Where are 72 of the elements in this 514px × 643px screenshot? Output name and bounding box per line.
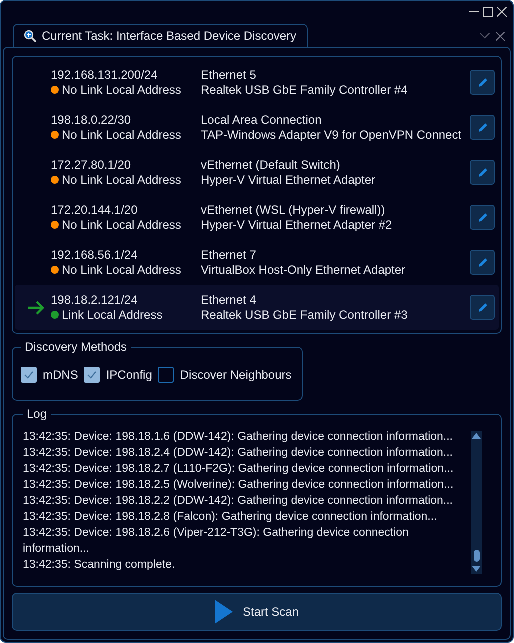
log-line: 13:42:35: Device: 198.18.2.7 (L110-F2G): Gathering device connection information... [23,462,455,477]
pencil-icon [476,212,488,224]
interface-row[interactable]: 172.20.144.1/20 No Link Local Address vEthernet (WSL (Hyper-V firewall)) Hyper-V Virtual Ethernet Adapter #2 [15,195,499,240]
edit-button[interactable] [470,115,495,140]
interface-name: Ethernet 4 [201,293,258,307]
interface-name: vEthernet (Default Switch) [201,158,342,172]
search-icon [24,30,37,42]
log-line: 13:42:35: Device: 198.18.2.8 (Falcon): Gathering device connection information... [23,510,438,525]
interface-row[interactable]: 172.27.80.1/20 No Link Local Address vEthernet (Default Switch) Hyper-V Virtual Ethernet Adapter [15,150,499,195]
group-title: Discovery Methods [24,340,128,354]
play-icon [214,600,233,624]
edit-button[interactable] [470,70,495,95]
ip-address: 172.20.144.1/20 [51,203,139,217]
status-text: No Link Local Address [62,128,182,142]
method-checkbox[interactable]: Discover Neighbours [158,367,292,383]
method-checkbox[interactable]: mDNS [21,367,78,383]
log-line: 13:42:35: Device: 198.18.2.6 (Viper-212-T3G): Gathering device connection information... [23,526,410,557]
edit-button[interactable] [470,205,495,230]
checkbox[interactable] [84,367,100,383]
status-text: No Link Local Address [62,218,182,232]
checkmark-icon [24,371,34,379]
log-line: 13:42:35: Device: 198.18.2.4 (DDW-142): Gathering device connection information... [23,446,454,461]
checkbox[interactable] [21,367,37,383]
interface-name: Local Area Connection [201,113,323,127]
pencil-icon [476,166,488,178]
interface-row[interactable]: 198.18.0.22/30 No Link Local Address Local Area Connection TAP-Windows Adapter V9 for OpenVPN Connect [15,105,499,150]
ip-address: 198.18.0.22/30 [51,113,132,127]
chevron-down-icon[interactable] [480,33,490,39]
checkmark-icon [87,371,98,379]
start-scan-button[interactable]: Start Scan [12,593,502,631]
status-text: No Link Local Address [62,83,182,97]
adapter-name: Hyper-V Virtual Ethernet Adapter #2 [201,218,394,232]
ip-address: 172.27.80.1/20 [51,158,132,172]
pencil-icon [476,302,488,314]
adapter-name: VirtualBox Host-Only Ethernet Adapter [201,263,407,277]
log-line: 13:42:35: Scanning complete. [23,558,176,573]
pencil-icon [476,76,488,88]
log-line: 13:42:35: Device: 198.18.2.2 (DDW-142): Gathering device connection information... [23,494,454,509]
interface-row[interactable]: 198.18.2.121/24 Link Local Address Ethernet 4 Realtek USB GbE Family Controller #3 [15,285,499,330]
pencil-icon [476,256,488,268]
interface-row[interactable]: 192.168.131.200/24 No Link Local Address Ethernet 5 Realtek USB GbE Family Controller #4 [15,60,499,105]
status-text: No Link Local Address [62,263,182,277]
ip-address: 198.18.2.121/24 [51,293,139,307]
interface-name: Ethernet 7 [201,248,258,262]
adapter-name: Realtek USB GbE Family Controller #3 [201,308,409,322]
log-line: 13:42:35: Device: 198.18.2.5 (Wolverine): Gathering device connection information... [23,478,455,493]
edit-button[interactable] [470,160,495,185]
scrollbar-thumb[interactable] [474,550,480,562]
group-title: Log [26,407,48,421]
checkbox[interactable] [158,367,174,383]
adapter-name: Realtek USB GbE Family Controller #4 [201,83,409,97]
ip-address: 192.168.131.200/24 [51,68,159,82]
adapter-name: TAP-Windows Adapter V9 for OpenVPN Connect [201,128,463,142]
maximize-icon[interactable] [483,7,493,17]
interface-name: vEthernet (WSL (Hyper-V firewall)) [201,203,386,217]
arrow-right-icon [27,300,45,314]
pencil-icon [476,122,488,134]
status-text: Link Local Address [62,308,163,322]
method-checkbox[interactable]: IPConfig [84,367,152,383]
scrollbar[interactable] [471,431,482,574]
log-line: 13:42:35: Device: 198.18.1.6 (DDW-142): Gathering device connection information... [23,430,454,445]
task-tab[interactable]: Current Task: Interface Based Device Discovery [13,24,308,47]
interface-name: Ethernet 5 [201,68,258,82]
edit-button[interactable] [470,295,495,320]
close-icon[interactable] [497,7,507,17]
adapter-name: Hyper-V Virtual Ethernet Adapter [201,173,377,187]
scroll-down-icon[interactable] [472,566,481,572]
ip-address: 192.168.56.1/24 [51,248,139,262]
scroll-up-icon[interactable] [472,433,481,439]
interface-row[interactable]: 192.168.56.1/24 No Link Local Address Ethernet 7 VirtualBox Host-Only Ethernet Adapter [15,240,499,285]
edit-button[interactable] [470,250,495,275]
status-text: No Link Local Address [62,173,182,187]
